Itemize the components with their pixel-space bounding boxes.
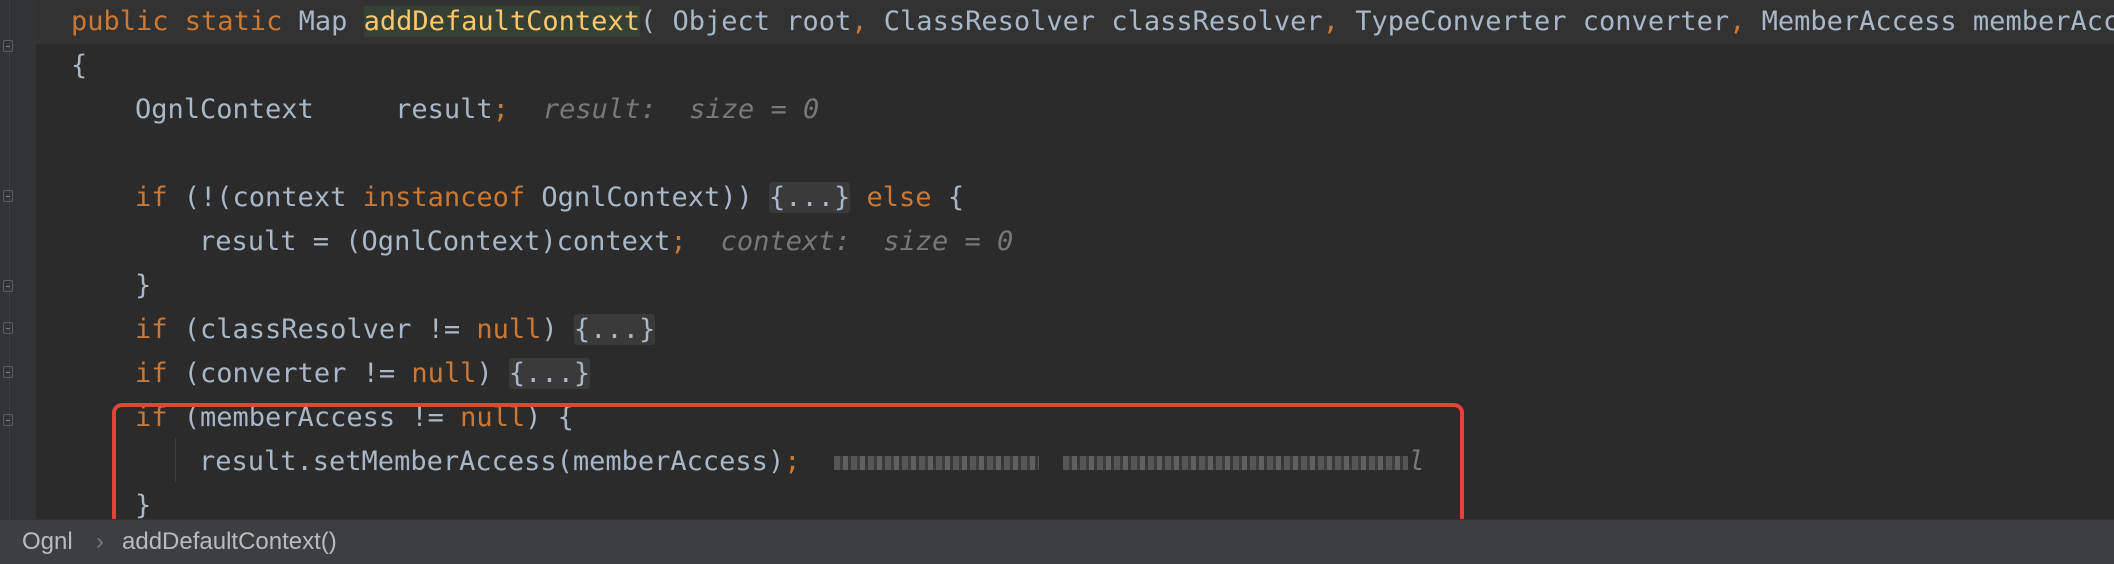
param: TypeConverter converter — [1355, 6, 1730, 37]
brace: { — [71, 50, 88, 81]
semicolon: ; — [670, 226, 687, 257]
fold-marker-icon[interactable] — [3, 366, 13, 378]
comma: , — [1322, 6, 1356, 37]
assignment: result = (OgnlContext)context — [199, 226, 671, 257]
folded-block[interactable]: {...} — [769, 182, 851, 213]
code-text: (!(context — [167, 182, 363, 213]
editor-gutter — [0, 0, 36, 520]
keyword: null — [476, 314, 542, 345]
code-text: { — [931, 182, 965, 213]
code-text: ) — [476, 358, 509, 389]
folded-block[interactable]: {...} — [573, 314, 656, 345]
inline-debug-hint: result: size = 0 — [542, 94, 820, 125]
keyword: instanceof — [362, 182, 526, 213]
keyword: if — [135, 358, 168, 389]
comma: , — [1729, 6, 1762, 37]
inline-debug-hint: context: size = 0 — [720, 226, 1014, 257]
declaration: OgnlContext result — [135, 94, 493, 125]
param: ( Object root — [639, 6, 852, 37]
code-line-if-classresolver: if (classResolver != null) {...} — [36, 308, 2114, 352]
comma: , — [851, 6, 884, 37]
code-line-if-context: if (!(context instanceof OgnlContext)) {… — [36, 176, 2114, 220]
code-line-signature: public static Map addDefaultContext( Obj… — [36, 0, 2114, 44]
keyword: if — [135, 314, 168, 345]
code-line-close: } — [36, 264, 2114, 308]
param: ClassResolver classResolver — [883, 6, 1323, 37]
folded-block[interactable]: {...} — [508, 358, 591, 389]
gutter-divider — [9, 0, 10, 520]
code-text: (classResolver != — [167, 314, 477, 345]
keyword: if — [135, 182, 168, 213]
param: MemberAccess memberAcce — [1761, 6, 2114, 37]
highlight-annotation-box — [112, 403, 1464, 528]
keyword: null — [411, 358, 477, 389]
fold-marker-icon[interactable] — [3, 322, 13, 334]
keyword: else — [850, 182, 932, 213]
chevron-right-icon: › — [96, 528, 104, 555]
keyword: public static — [71, 6, 299, 37]
method-name: addDefaultContext — [363, 6, 640, 37]
brace: } — [135, 270, 152, 301]
code-line-declaration: OgnlContext result; result: size = 0 — [36, 88, 2114, 132]
code-line-open-brace: { — [36, 44, 2114, 88]
fold-marker-icon[interactable] — [3, 190, 13, 202]
code-text: (converter != — [167, 358, 412, 389]
fold-marker-icon[interactable] — [3, 280, 13, 292]
fold-marker-icon[interactable] — [3, 414, 13, 426]
breadcrumb: Ognl › addDefaultContext() — [0, 519, 2114, 564]
breadcrumb-class[interactable]: Ognl — [22, 520, 73, 564]
code-text: OgnlContext)) — [525, 182, 769, 213]
code-line-assign: result = (OgnlContext)context; context: s… — [36, 220, 2114, 264]
semicolon: ; — [492, 94, 509, 125]
code-line-if-converter: if (converter != null) {...} — [36, 352, 2114, 396]
code-text: ) — [541, 314, 574, 345]
type-name: Map — [298, 6, 364, 37]
fold-marker-icon[interactable] — [3, 40, 13, 52]
breadcrumb-method[interactable]: addDefaultContext() — [122, 520, 337, 564]
